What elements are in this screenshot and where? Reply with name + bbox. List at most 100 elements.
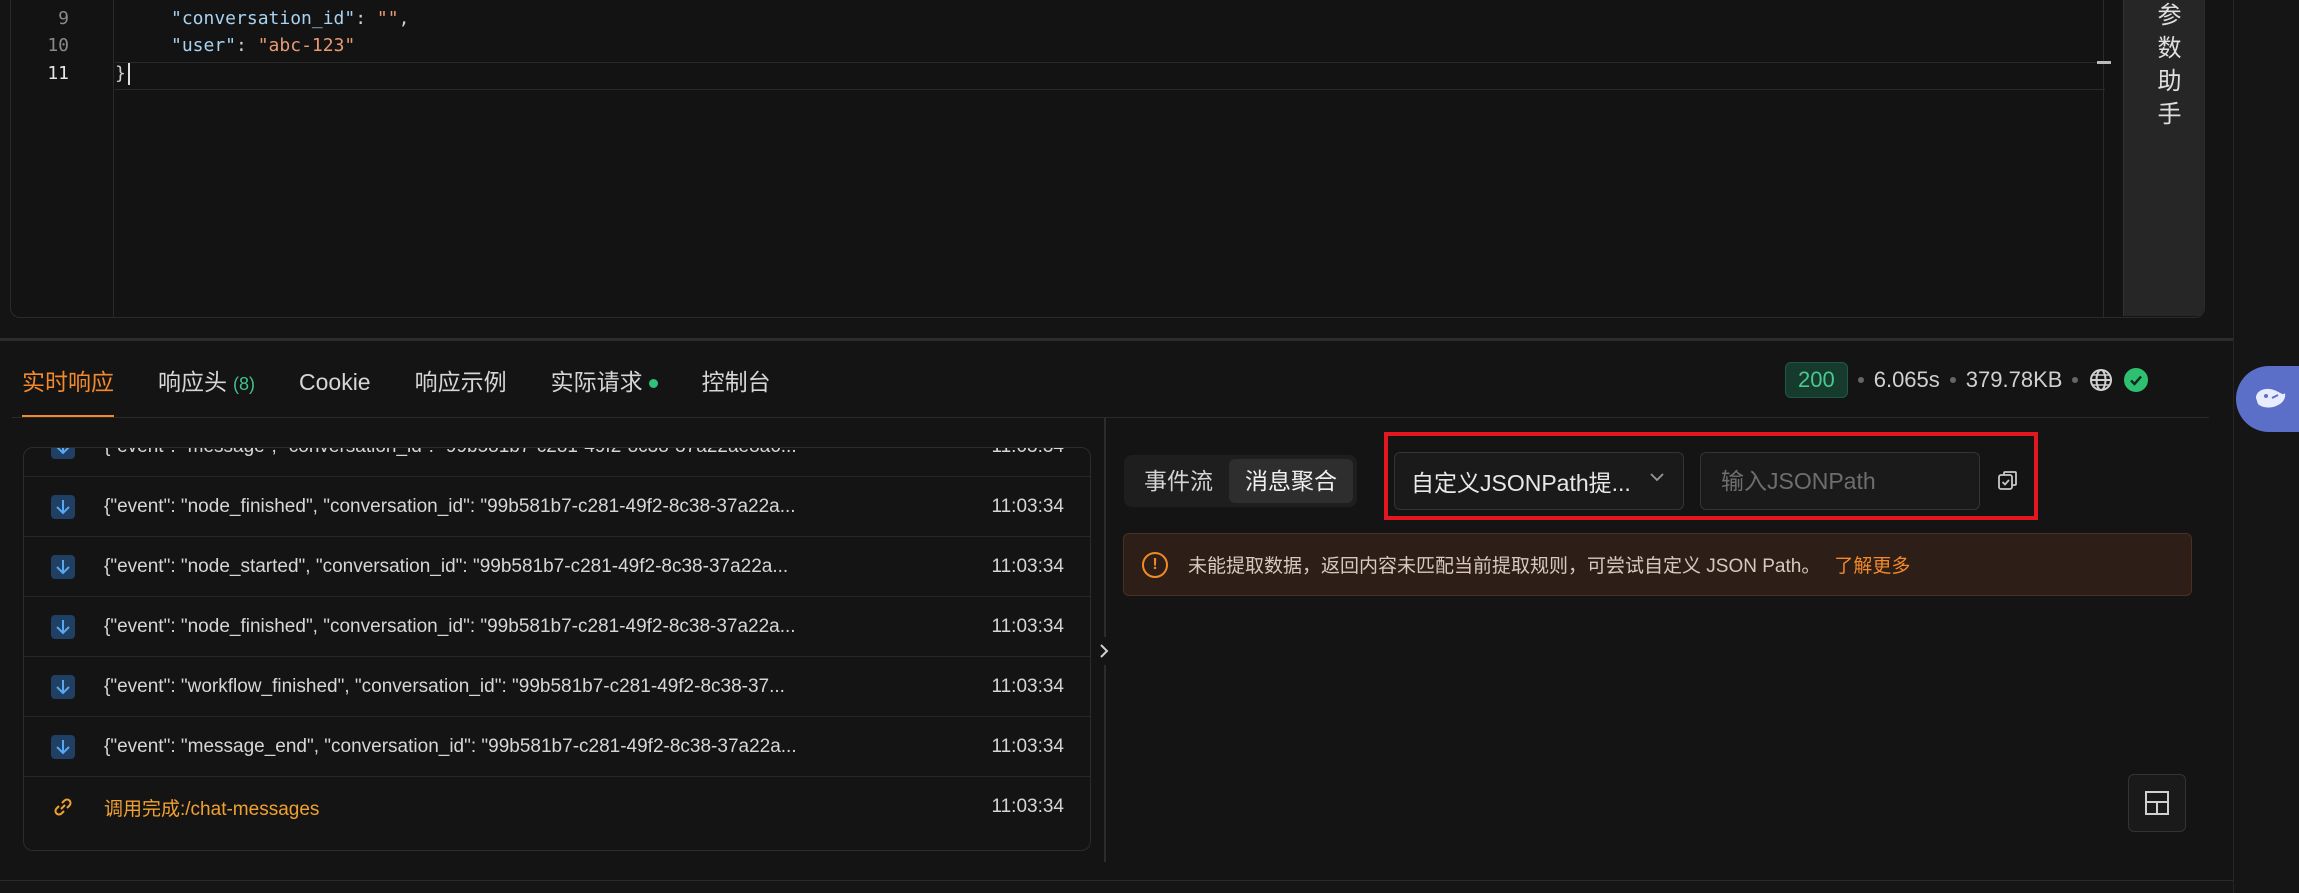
assistant-float-button[interactable] bbox=[2236, 366, 2299, 432]
extract-rule-select[interactable]: 自定义JSONPath提... bbox=[1394, 452, 1684, 510]
seg-message-merge[interactable]: 消息聚合 bbox=[1229, 459, 1353, 503]
layout-icon bbox=[2145, 791, 2169, 815]
collapse-toggle[interactable] bbox=[1094, 637, 1114, 665]
code-line: "conversation_id": "", bbox=[171, 8, 409, 29]
whale-icon bbox=[2256, 388, 2286, 408]
param-helper-char: 数 bbox=[2157, 35, 2182, 62]
event-row[interactable]: {"event": "node_started", "conversation_… bbox=[24, 537, 1090, 597]
jsonpath-input[interactable] bbox=[1700, 452, 1980, 510]
event-time: 11:03:34 bbox=[991, 675, 1064, 697]
json-trailing: , bbox=[398, 8, 410, 29]
download-arrow-icon bbox=[51, 734, 75, 759]
event-row[interactable]: {"event": "node_finished", "conversation… bbox=[24, 597, 1090, 657]
event-time: 11:03:34 bbox=[991, 796, 1064, 817]
line-number: 9 bbox=[58, 8, 69, 29]
warning-icon: ! bbox=[1142, 551, 1168, 578]
json-value: "" bbox=[376, 8, 399, 29]
layout-toggle-button[interactable] bbox=[2128, 774, 2186, 832]
code-line: "user": "abc-123" bbox=[171, 35, 355, 56]
download-arrow-icon bbox=[51, 674, 75, 699]
event-text: 调用完成:/chat-messages bbox=[104, 798, 320, 820]
bottom-status-strip bbox=[0, 880, 2233, 893]
editor-scrollbar-track bbox=[2103, 0, 2104, 317]
tab-cookie[interactable]: Cookie bbox=[277, 346, 393, 418]
event-time: 11:03:34 bbox=[991, 735, 1064, 757]
app-root: 9 10 11 "conversation_id": "", "user": "… bbox=[0, 0, 2299, 893]
param-helper-button[interactable]: 参 数 助 手 bbox=[2123, 0, 2204, 316]
event-row-complete[interactable]: 调用完成:/chat-messages 11:03:34 bbox=[24, 777, 1090, 837]
response-size: 379.78KB bbox=[1965, 367, 2063, 392]
tab-label: 响应示例 bbox=[414, 369, 507, 395]
tab-console[interactable]: 控制台 bbox=[680, 346, 793, 418]
tab-actual-request[interactable]: 实际请求 bbox=[529, 346, 680, 418]
event-text: {"event": "message_end", "conversation_i… bbox=[104, 735, 797, 757]
json-key: "user" bbox=[171, 35, 237, 56]
event-stream-list: {"event": "message", "conversation_id": … bbox=[23, 447, 1091, 851]
globe-icon[interactable] bbox=[2088, 367, 2114, 393]
event-row[interactable]: {"event": "message", "conversation_id": … bbox=[24, 448, 1090, 477]
event-time: 11:03:34 bbox=[991, 555, 1064, 577]
text-caret bbox=[127, 63, 130, 85]
download-arrow-icon bbox=[51, 614, 75, 639]
learn-more-link[interactable]: 了解更多 bbox=[1834, 551, 1910, 578]
event-row[interactable]: {"event": "workflow_finished", "conversa… bbox=[24, 657, 1090, 717]
json-separator: : bbox=[236, 35, 258, 56]
chevron-right-icon bbox=[1100, 644, 1109, 658]
download-arrow-icon bbox=[51, 554, 75, 579]
tab-label: 控制台 bbox=[701, 369, 771, 395]
tab-count-badge: (8) bbox=[233, 374, 255, 394]
event-row[interactable]: {"event": "node_finished", "conversation… bbox=[24, 477, 1090, 537]
tab-response-headers[interactable]: 响应头 (8) bbox=[136, 346, 277, 418]
success-check-icon bbox=[2124, 368, 2149, 392]
tab-response-example[interactable]: 响应示例 bbox=[393, 346, 529, 418]
seg-event-stream[interactable]: 事件流 bbox=[1128, 459, 1229, 503]
view-mode-segmented: 事件流 消息聚合 bbox=[1124, 455, 1357, 507]
event-text: {"event": "workflow_finished", "conversa… bbox=[104, 675, 785, 697]
current-line-highlight bbox=[115, 62, 2105, 90]
param-helper-char: 助 bbox=[2157, 68, 2182, 95]
event-text: {"event": "node_started", "conversation_… bbox=[104, 555, 789, 577]
link-chain-icon bbox=[51, 795, 75, 819]
extract-warning-alert: ! 未能提取数据，返回内容未匹配当前提取规则，可尝试自定义 JSON Path。… bbox=[1123, 533, 2192, 596]
param-helper-char: 参 bbox=[2157, 2, 2182, 29]
line-number-gutter: 9 10 11 bbox=[11, 0, 114, 317]
event-text: {"event": "node_finished", "conversation… bbox=[104, 615, 796, 637]
tab-label: 响应头 bbox=[158, 369, 227, 395]
separator-dot bbox=[1857, 377, 1864, 383]
copy-icon[interactable] bbox=[1996, 469, 2020, 493]
request-body-editor[interactable]: 9 10 11 "conversation_id": "", "user": "… bbox=[10, 0, 2205, 318]
line-number: 10 bbox=[47, 35, 69, 56]
download-arrow-icon bbox=[51, 448, 75, 459]
tab-realtime-response[interactable]: 实时响应 bbox=[0, 346, 136, 418]
download-arrow-icon bbox=[51, 494, 75, 519]
panel-divider bbox=[0, 338, 2233, 341]
status-dot bbox=[648, 379, 658, 389]
tab-label: 实时响应 bbox=[22, 369, 114, 395]
json-key: "conversation_id" bbox=[171, 8, 356, 29]
event-time: 11:03:34 bbox=[991, 495, 1064, 517]
response-stats: 200 6.065s 379.78KB bbox=[1785, 361, 2149, 399]
response-tabs: 实时响应 响应头 (8) Cookie 响应示例 实际请求 控制台 bbox=[0, 346, 793, 418]
chevron-down-icon bbox=[1650, 473, 1664, 482]
json-value: "abc-123" bbox=[257, 35, 356, 56]
param-helper-char: 手 bbox=[2157, 101, 2182, 128]
event-row[interactable]: {"event": "message_end", "conversation_i… bbox=[24, 717, 1090, 777]
tab-label: 实际请求 bbox=[550, 369, 643, 395]
code-line: } bbox=[115, 63, 130, 85]
tabs-underline bbox=[12, 417, 2209, 418]
json-separator: : bbox=[355, 8, 377, 29]
warning-text: 未能提取数据，返回内容未匹配当前提取规则，可尝试自定义 JSON Path。 bbox=[1188, 556, 1821, 577]
editor-scrollbar-thumb[interactable] bbox=[2097, 61, 2111, 64]
select-value: 自定义JSONPath提... bbox=[1411, 470, 1631, 496]
separator-dot bbox=[2072, 377, 2079, 383]
status-code-badge: 200 bbox=[1785, 362, 1848, 398]
separator-dot bbox=[1949, 377, 1956, 383]
event-text: {"event": "message", "conversation_id": … bbox=[104, 448, 894, 458]
event-time: 11:03:34 bbox=[991, 448, 1064, 458]
right-rail bbox=[2233, 0, 2299, 893]
json-trailing: } bbox=[115, 63, 126, 84]
event-text: {"event": "node_finished", "conversation… bbox=[104, 495, 796, 517]
tab-label: Cookie bbox=[299, 369, 371, 395]
response-time: 6.065s bbox=[1873, 367, 1940, 392]
line-number-active: 11 bbox=[47, 63, 69, 84]
